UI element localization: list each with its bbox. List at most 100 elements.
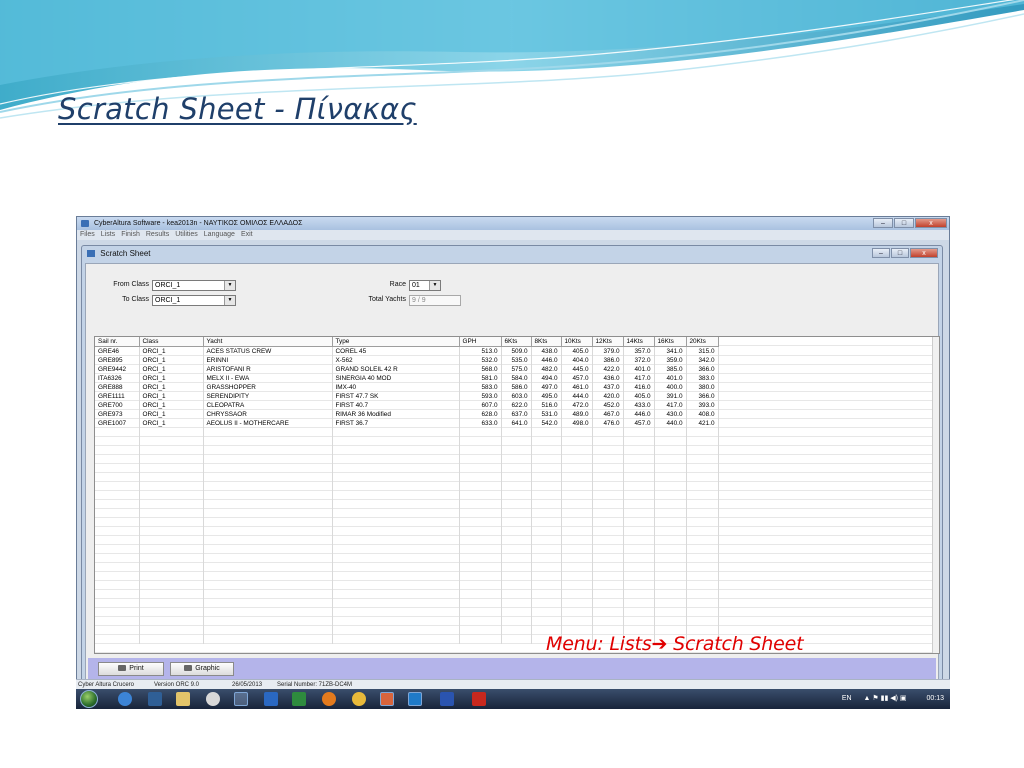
table-cell: 542.0	[531, 419, 562, 428]
empty-cell	[95, 536, 140, 545]
table-row[interactable]: GRE1007 ORCI_1 AEOLUS II - MOTHERCARE FIRST…	[95, 419, 719, 428]
table-row[interactable]: GRE895 ORCI_1 ERINNI X-562 532.0 535.0 446.0 40…	[95, 356, 719, 365]
child-minimize-button[interactable]: –	[872, 248, 890, 258]
column-header[interactable]: GPH	[459, 337, 502, 347]
table-row[interactable]: GRE700 ORCI_1 CLEOPATRA FIRST 40.7 607.0 622.…	[95, 401, 719, 410]
table-cell: 417.0	[654, 401, 687, 410]
internet-explorer-icon[interactable]	[118, 692, 132, 706]
scratch-sheet-table: Sail nr. Class Yacht Type GPH 6Kts 8Kts …	[95, 337, 719, 644]
race-label: Race	[389, 281, 406, 288]
media-player-icon[interactable]	[148, 692, 162, 706]
clock[interactable]: 00:13	[926, 695, 944, 702]
column-header[interactable]: Sail nr.	[95, 337, 140, 347]
menu-lists[interactable]: Lists	[101, 230, 115, 240]
table-cell: 575.0	[501, 365, 532, 374]
empty-cell	[654, 554, 687, 563]
table-cell: GRE895	[95, 356, 140, 365]
minimize-button[interactable]: –	[873, 218, 893, 228]
tray-icons[interactable]: ▲ ⚑ ▮▮ ◀) ▣	[864, 695, 907, 702]
child-maximize-button[interactable]: □	[891, 248, 909, 258]
chevron-down-icon[interactable]: ▼	[429, 281, 440, 290]
settings-icon[interactable]	[206, 692, 220, 706]
language-indicator[interactable]: EN	[842, 695, 852, 702]
column-header[interactable]: Type	[332, 337, 460, 347]
empty-cell	[203, 545, 333, 554]
empty-cell	[531, 491, 562, 500]
chrome-icon[interactable]	[352, 692, 366, 706]
column-header[interactable]: Yacht	[203, 337, 333, 347]
menu-utilities[interactable]: Utilities	[175, 230, 198, 240]
menu-exit[interactable]: Exit	[241, 230, 253, 240]
from-class-value: ORCI_1	[155, 282, 181, 289]
printer-icon	[184, 665, 193, 672]
table-cell: 422.0	[592, 365, 624, 374]
empty-cell	[592, 482, 624, 491]
app-window: CyberAltura Software - kea2013n - ΝΑΥΤΙΚ…	[76, 216, 950, 709]
app-taskbar-icon[interactable]	[234, 692, 248, 706]
column-header[interactable]: 12Kts	[592, 337, 624, 347]
empty-cell	[623, 500, 655, 509]
race-select[interactable]: 01 ▼	[409, 280, 441, 291]
child-window-controls: – □ x	[872, 248, 938, 258]
column-header[interactable]: 8Kts	[531, 337, 562, 347]
chevron-down-icon[interactable]: ▼	[224, 281, 235, 290]
empty-cell	[592, 563, 624, 572]
maximize-button[interactable]: □	[894, 218, 914, 228]
close-button[interactable]: x	[915, 218, 947, 228]
start-button[interactable]	[80, 690, 98, 708]
table-row[interactable]: GRE46 ORCI_1 ACES STATUS CREW COREL 45 513.0…	[95, 346, 719, 356]
total-yachts-label: Total Yachts	[368, 296, 407, 303]
graphic-button-label: Graphic	[195, 665, 220, 672]
table-cell: 641.0	[501, 419, 532, 428]
menu-finish[interactable]: Finish	[121, 230, 140, 240]
menu-files[interactable]: Files	[80, 230, 95, 240]
child-close-button[interactable]: x	[910, 248, 938, 258]
empty-cell	[623, 437, 655, 446]
column-header[interactable]: Class	[139, 337, 204, 347]
column-header[interactable]: 20Kts	[686, 337, 719, 347]
folder-icon[interactable]	[176, 692, 190, 706]
word-icon[interactable]	[264, 692, 278, 706]
table-cell: 583.0	[459, 383, 502, 392]
empty-cell	[561, 581, 593, 590]
column-header[interactable]: 14Kts	[623, 337, 655, 347]
menu-results[interactable]: Results	[146, 230, 169, 240]
table-cell: 498.0	[561, 419, 593, 428]
empty-cell	[459, 437, 502, 446]
column-header[interactable]: 6Kts	[501, 337, 532, 347]
window-icon	[87, 250, 95, 258]
graphic-button[interactable]: Graphic	[170, 662, 234, 676]
menu-language[interactable]: Language	[204, 230, 235, 240]
to-class-select[interactable]: ORCI_1 ▼	[152, 295, 236, 306]
from-class-select[interactable]: ORCI_1 ▼	[152, 280, 236, 291]
grid-scrollbar[interactable]	[932, 337, 939, 653]
table-cell: 438.0	[531, 346, 562, 356]
menu-path-annotation: Menu: Lists➔ Scratch Sheet	[546, 633, 804, 655]
chevron-down-icon[interactable]: ▼	[224, 296, 235, 305]
acrobat-icon[interactable]	[472, 692, 486, 706]
table-row[interactable]: GRE9442 ORCI_1 ARISTOFANI R GRAND SOLEIL 42…	[95, 365, 719, 374]
table-cell: ORCI_1	[139, 401, 204, 410]
empty-cell	[654, 482, 687, 491]
table-cell: 437.0	[592, 383, 624, 392]
column-header[interactable]: 10Kts	[561, 337, 593, 347]
table-cell: 461.0	[561, 383, 593, 392]
table-row[interactable]: ITA6326 ORCI_1 MELX II - EWA SINERGIA 40 MO…	[95, 374, 719, 383]
table-row[interactable]: GRE973 ORCI_1 CHRYSSAOR RIMAR 36 Modified 62…	[95, 410, 719, 419]
table-row[interactable]: GRE888 ORCI_1 GRASSHOPPER IMX-40 583.0 586.0 4…	[95, 383, 719, 392]
column-header[interactable]: 16Kts	[654, 337, 687, 347]
empty-cell	[459, 482, 502, 491]
empty-cell	[95, 464, 140, 473]
powerpoint-icon[interactable]	[380, 692, 394, 706]
photoshop-icon[interactable]	[440, 692, 454, 706]
scratch-sheet-grid[interactable]: Sail nr. Class Yacht Type GPH 6Kts 8Kts …	[94, 336, 940, 654]
print-button[interactable]: Print	[98, 662, 164, 676]
empty-cell	[561, 527, 593, 536]
excel-icon[interactable]	[292, 692, 306, 706]
empty-cell	[501, 590, 532, 599]
empty-cell	[686, 545, 719, 554]
table-row[interactable]: GRE1111 ORCI_1 SERENDIPITY FIRST 47.7 SK 593…	[95, 392, 719, 401]
firefox-icon[interactable]	[322, 692, 336, 706]
empty-cell	[332, 572, 460, 581]
cyberaltura-icon[interactable]	[408, 692, 422, 706]
